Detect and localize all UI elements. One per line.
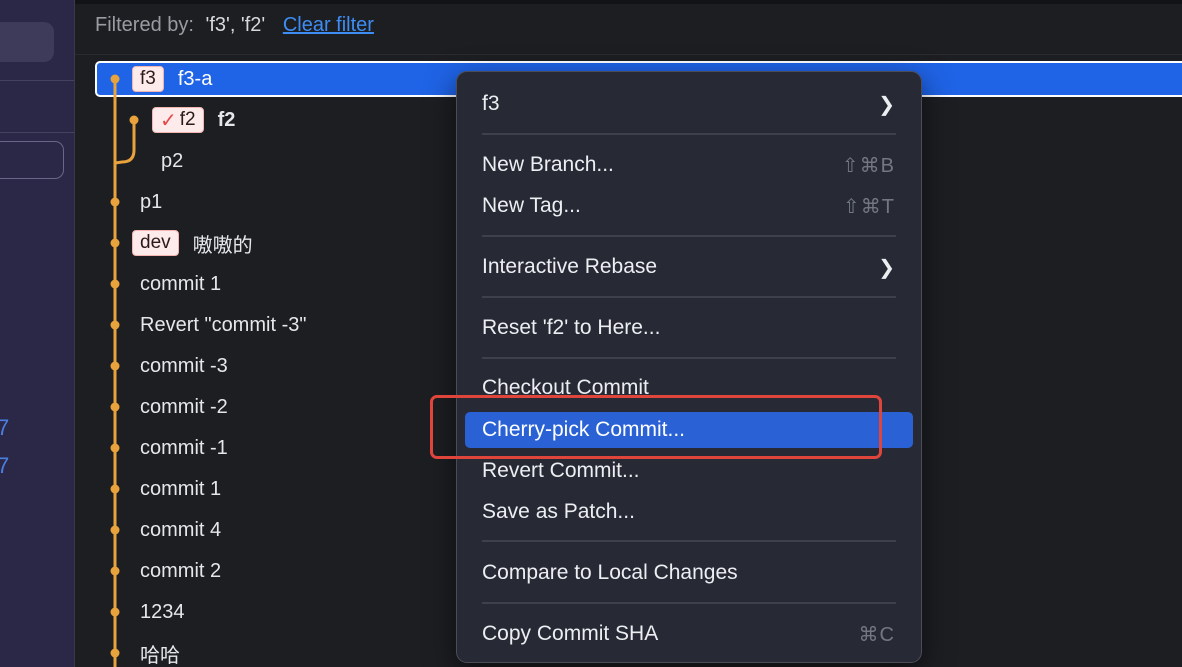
branch-tag[interactable]: f3 [132,66,164,92]
menu-item-save-as-patch[interactable]: Save as Patch... [465,494,913,530]
menu-item-label: Save as Patch... [482,500,635,523]
commit-row[interactable]: commit 2 [140,553,221,589]
commit-node-icon [110,525,120,535]
sidebar-divider [0,80,74,81]
menu-separator [482,602,896,604]
sidebar-selected-item[interactable] [0,22,54,62]
branch-tag-label: dev [140,232,171,253]
chevron-right-icon: ❯ [878,93,895,116]
menu-item-copy-commit-sha[interactable]: Copy Commit SHA ⌘C [465,616,913,652]
commit-node-icon [110,361,120,371]
sidebar: 7 7 [0,0,75,667]
menu-separator [482,296,896,298]
commit-node-icon [129,115,139,125]
commit-node-icon [110,566,120,576]
menu-separator [482,235,896,237]
commit-message: commit 1 [140,477,222,500]
commit-node-icon [110,74,120,84]
commit-row[interactable]: p1 [140,184,162,220]
commit-row[interactable]: commit 1 [140,471,221,507]
commit-message: 1234 [140,600,185,623]
branch-tag[interactable]: ✓ f2 [152,107,204,133]
sidebar-glyph: 7 [0,415,10,440]
menu-item-label: Checkout Commit [482,376,649,399]
menu-item-label: Reset 'f2' to Here... [482,316,661,339]
commit-row[interactable]: 哈哈 [140,635,180,667]
menu-item-label: Cherry-pick Commit... [482,418,686,441]
branch-tag[interactable]: dev [132,230,179,256]
commit-node-icon [110,607,120,617]
commit-node-icon [110,279,120,289]
menu-item-interactive-rebase[interactable]: Interactive Rebase ❯ [465,249,913,285]
menu-item-revert-commit[interactable]: Revert Commit... [465,453,913,489]
menu-item-label: New Branch... [482,153,614,176]
menu-item-shortcut: ⇧⌘T [843,195,895,218]
menu-item-shortcut: ⌘C [858,623,895,646]
menu-separator [482,357,896,359]
commit-row[interactable]: commit -1 [140,430,228,466]
commit-message: commit -3 [140,354,228,377]
context-menu: f3 ❯ New Branch... ⇧⌘B New Tag... ⇧⌘T Interact… [456,71,922,663]
menu-item-label: Copy Commit SHA [482,622,659,645]
menu-item-label: f3 [482,92,500,115]
menu-item-f3[interactable]: f3 ❯ [465,86,913,122]
menu-item-checkout-commit[interactable]: Checkout Commit [465,370,913,406]
commit-message: 哈哈 [140,644,180,667]
commit-row[interactable]: p2 [161,143,183,179]
menu-item-reset-f2-to-here[interactable]: Reset 'f2' to Here... [465,310,913,346]
commit-row[interactable]: ✓ f2 f2 [152,102,235,138]
commit-message: 嗷嗷的 [192,234,253,257]
commit-message: commit 4 [140,518,222,541]
sidebar-search-field[interactable] [0,141,64,179]
commit-node-icon [110,197,120,207]
menu-separator [482,540,896,542]
commit-node-icon [110,402,120,412]
menu-item-label: Compare to Local Changes [482,561,738,584]
menu-item-new-tag[interactable]: New Tag... ⇧⌘T [465,188,913,224]
commit-message: f3-a [177,67,213,90]
commit-row[interactable]: commit 4 [140,512,221,548]
commit-node-icon [110,648,120,658]
menu-item-new-branch[interactable]: New Branch... ⇧⌘B [465,147,913,183]
menu-item-label: New Tag... [482,194,581,217]
commit-message: commit 1 [140,272,222,295]
sidebar-glyph: 7 [0,453,10,478]
commit-row[interactable]: 1234 [140,594,185,630]
commit-row[interactable]: commit -2 [140,389,228,425]
branch-tag-label: f2 [179,109,196,130]
commit-row[interactable]: commit -3 [140,348,228,384]
commit-node-icon [110,320,120,330]
commit-row[interactable]: f3 f3-a [132,61,212,97]
menu-item-shortcut: ⇧⌘B [841,154,895,177]
commit-node-icon [110,238,120,248]
menu-item-cherry-pick-commit[interactable]: Cherry-pick Commit... [465,412,913,448]
menu-item-compare-to-local-changes[interactable]: Compare to Local Changes [465,555,913,591]
commit-message: p1 [140,190,163,213]
commit-message: commit -1 [140,436,228,459]
commit-message: Revert "commit -3" [140,313,307,336]
menu-separator [482,133,896,135]
branch-tag-label: f3 [140,68,156,89]
menu-item-label: Interactive Rebase [482,255,658,278]
commit-row[interactable]: commit 1 [140,266,221,302]
commit-message: p2 [161,149,184,172]
commit-message: commit 2 [140,559,222,582]
checkmark-icon: ✓ [160,109,177,132]
commit-row[interactable]: Revert "commit -3" [140,307,306,343]
commit-row[interactable]: dev 嗷嗷的 [132,225,253,261]
chevron-right-icon: ❯ [878,256,895,279]
commit-message: commit -2 [140,395,228,418]
graph-branch-line [114,120,136,165]
sidebar-divider [0,132,74,133]
clear-filter-link[interactable]: Clear filter [283,14,374,36]
app-window: 7 7 Filtered by: 'f3', 'f2' Clear filter… [0,0,1182,667]
commit-node-icon [110,443,120,453]
commit-history-panel: Filtered by: 'f3', 'f2' Clear filter f3 f… [75,0,1182,667]
menu-item-label: Revert Commit... [482,459,640,482]
commit-message: f2 [217,108,236,131]
commit-node-icon [110,484,120,494]
